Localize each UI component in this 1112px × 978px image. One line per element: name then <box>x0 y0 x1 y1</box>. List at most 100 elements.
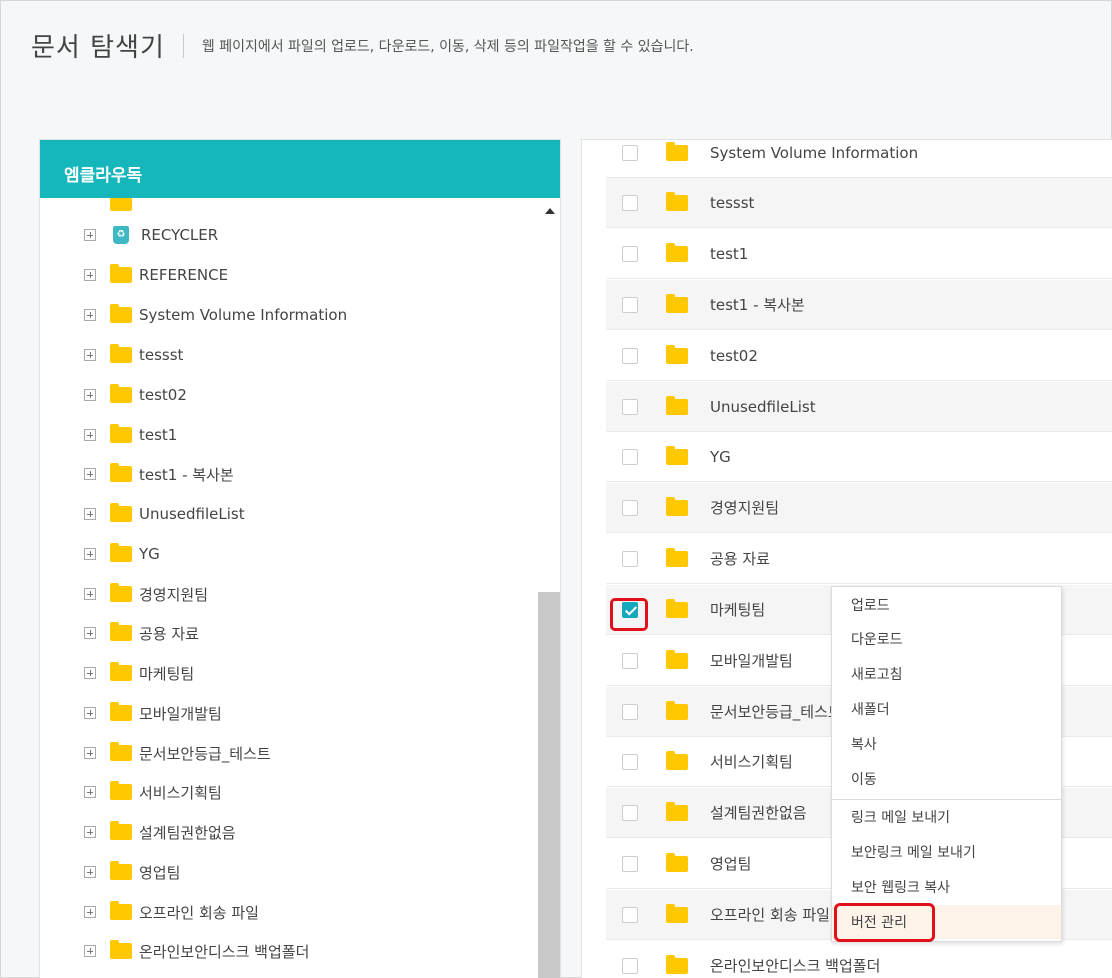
tree-item[interactable]: REFERENCE <box>84 264 228 286</box>
expand-icon[interactable] <box>84 349 96 361</box>
menu-item-copy[interactable]: 복사 <box>832 727 1061 761</box>
tree-item[interactable]: YG <box>84 543 160 565</box>
list-item[interactable]: tessst <box>606 178 1112 228</box>
list-item-label[interactable]: tessst <box>710 194 754 212</box>
tree-item[interactable]: ♻ RECYCLER <box>84 224 218 246</box>
scroll-up-icon[interactable] <box>545 208 555 214</box>
row-checkbox[interactable] <box>622 296 638 313</box>
list-item-label[interactable]: test1 - 복사본 <box>710 294 805 315</box>
expand-icon[interactable] <box>84 429 96 441</box>
list-item-label[interactable]: test02 <box>710 347 758 365</box>
list-item-label[interactable]: 경영지원팀 <box>710 497 779 518</box>
row-checkbox[interactable] <box>622 245 638 262</box>
row-checkbox[interactable] <box>622 550 638 567</box>
menu-item-new-folder[interactable]: 새폴더 <box>832 692 1061 726</box>
menu-item-version-management[interactable]: 버전 관리 <box>832 905 1061 939</box>
list-item[interactable]: test1 <box>606 229 1112 279</box>
tree-item[interactable]: 오프라인 회송 파일 <box>84 901 259 923</box>
row-checkbox[interactable] <box>622 804 638 821</box>
menu-item-refresh[interactable]: 새로고침 <box>832 657 1061 691</box>
tree-item[interactable]: 온라인보안디스크 백업폴더 <box>84 940 309 962</box>
list-item-label[interactable]: 문서보안등급_테스트 <box>710 701 842 722</box>
row-checkbox[interactable] <box>622 448 638 465</box>
menu-item-copy-secure-weblink[interactable]: 보안 웹링크 복사 <box>832 870 1061 904</box>
list-item-label[interactable]: 설계팀권한없음 <box>710 802 807 823</box>
list-item[interactable]: 공용 자료 <box>606 534 1112 584</box>
list-item-label[interactable]: 오프라인 회송 파일 <box>710 904 830 925</box>
expand-icon[interactable] <box>84 508 96 520</box>
list-item-label[interactable]: YG <box>710 448 731 466</box>
list-item-label[interactable]: 마케팅팀 <box>710 599 765 620</box>
row-checkbox[interactable] <box>622 499 638 516</box>
list-item-label[interactable]: 온라인보안디스크 백업폴더 <box>710 955 880 976</box>
tree-item[interactable]: 마케팅팀 <box>84 662 194 684</box>
expand-icon[interactable] <box>84 906 96 918</box>
row-checkbox-checked[interactable] <box>622 601 638 618</box>
tree-item[interactable]: 문서보안등급_테스트 <box>84 742 271 764</box>
expand-icon[interactable] <box>84 707 96 719</box>
row-checkbox[interactable] <box>622 855 638 872</box>
list-item-label[interactable]: 공용 자료 <box>710 548 770 569</box>
row-checkbox[interactable] <box>622 347 638 364</box>
list-item[interactable]: System Volume Information <box>606 140 1112 178</box>
menu-item-move[interactable]: 이동 <box>832 762 1061 796</box>
row-checkbox[interactable] <box>622 398 638 415</box>
expand-icon[interactable] <box>84 866 96 878</box>
tree-item[interactable]: 서비스기획팀 <box>84 781 222 803</box>
tree-item[interactable]: 영업팀 <box>84 861 180 883</box>
expand-icon[interactable] <box>84 588 96 600</box>
list-item-label[interactable]: test1 <box>710 245 748 263</box>
tree-item[interactable]: UnusedfileList <box>84 503 245 525</box>
list-item[interactable]: 경영지원팀 <box>606 483 1112 533</box>
list-item[interactable]: test02 <box>606 331 1112 381</box>
folder-icon <box>666 598 688 618</box>
list-item-label[interactable]: 서비스기획팀 <box>710 751 793 772</box>
expand-icon[interactable] <box>84 747 96 759</box>
tree-item[interactable]: test02 <box>84 384 187 406</box>
list-item[interactable]: UnusedfileList <box>606 382 1112 432</box>
expand-icon[interactable] <box>84 309 96 321</box>
menu-item-secure-link-mail[interactable]: 보안링크 메일 보내기 <box>832 835 1061 869</box>
tree-item-label: 영업팀 <box>139 863 181 882</box>
list-item-label[interactable]: System Volume Information <box>710 144 918 162</box>
list-item-label[interactable]: UnusedfileList <box>710 398 816 416</box>
list-item[interactable]: 온라인보안디스크 백업폴더 <box>606 941 1112 978</box>
tree-item[interactable]: test1 - 복사본 <box>84 463 234 485</box>
folder-icon <box>666 954 688 974</box>
list-item-label[interactable]: 모바일개발팀 <box>710 650 793 671</box>
tree-item[interactable]: System Volume Information <box>84 304 347 326</box>
expand-icon[interactable] <box>84 786 96 798</box>
tree-scrollbar[interactable] <box>538 198 560 978</box>
tree-item[interactable]: 경영지원팀 <box>84 583 208 605</box>
row-checkbox[interactable] <box>622 144 638 161</box>
scroll-thumb[interactable] <box>538 592 560 978</box>
menu-item-upload[interactable]: 업로드 <box>832 588 1061 622</box>
row-checkbox[interactable] <box>622 906 638 923</box>
tree-item[interactable]: 설계팀권한없음 <box>84 821 236 843</box>
row-checkbox[interactable] <box>622 652 638 669</box>
expand-icon[interactable] <box>84 269 96 281</box>
menu-item-link-mail[interactable]: 링크 메일 보내기 <box>832 800 1061 834</box>
expand-icon[interactable] <box>84 548 96 560</box>
list-item-label[interactable]: 영업팀 <box>710 853 751 874</box>
expand-icon[interactable] <box>84 945 96 957</box>
tree-item[interactable]: 공용 자료 <box>84 622 199 644</box>
expand-icon[interactable] <box>84 627 96 639</box>
tree-item[interactable]: test1 <box>84 424 177 446</box>
expand-icon[interactable] <box>84 826 96 838</box>
menu-item-download[interactable]: 다운로드 <box>832 622 1061 656</box>
tree-item-partial[interactable] <box>84 198 139 214</box>
row-checkbox[interactable] <box>622 957 638 974</box>
list-item[interactable]: YG <box>606 432 1112 482</box>
row-checkbox[interactable] <box>622 703 638 720</box>
row-checkbox[interactable] <box>622 753 638 770</box>
tree-item[interactable]: 모바일개발팀 <box>84 702 222 724</box>
expand-icon[interactable] <box>84 468 96 480</box>
expand-icon[interactable] <box>84 229 96 241</box>
row-checkbox[interactable] <box>622 194 638 211</box>
list-item[interactable]: test1 - 복사본 <box>606 280 1112 330</box>
expand-icon[interactable] <box>84 389 96 401</box>
tree-root-header[interactable]: 엠클라우독 <box>40 140 560 198</box>
tree-item[interactable]: tessst <box>84 344 183 366</box>
expand-icon[interactable] <box>84 667 96 679</box>
